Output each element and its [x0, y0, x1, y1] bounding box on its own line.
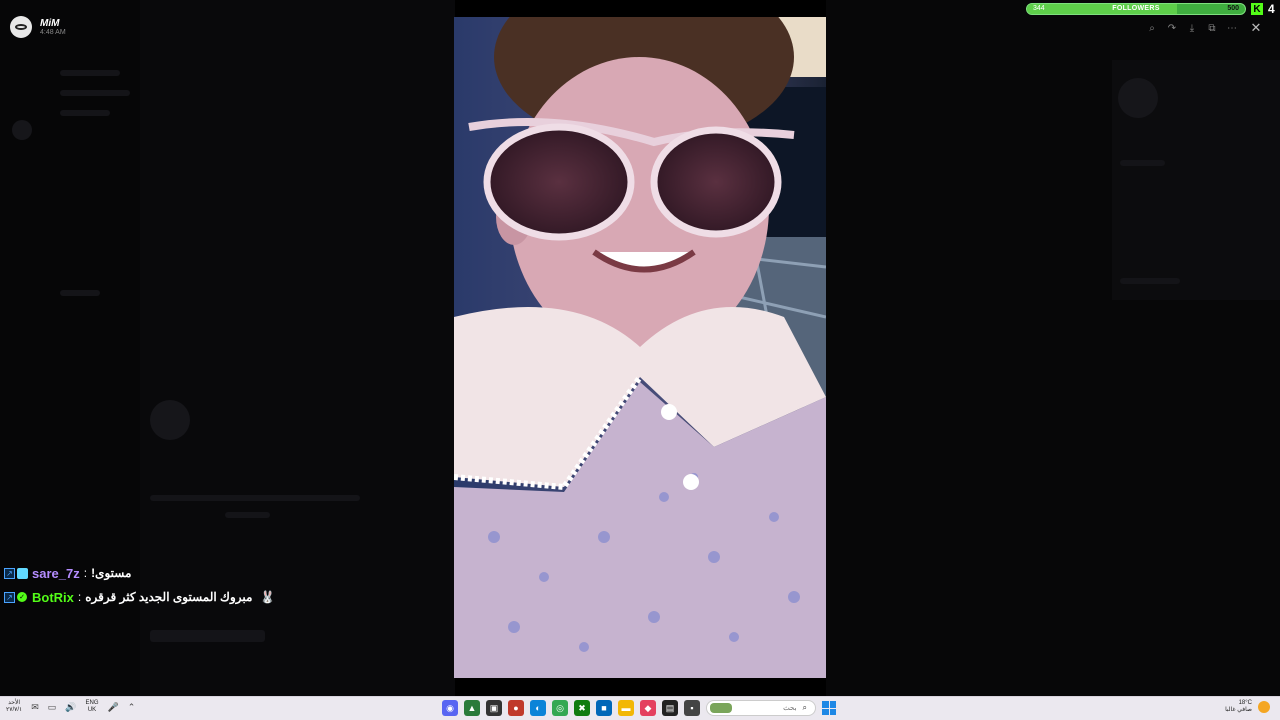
- bunny-emote-icon: 🐰: [260, 590, 276, 604]
- search-placeholder: بحث: [783, 705, 797, 712]
- dimmed-line: [150, 630, 265, 642]
- dimmed-avatar: [12, 120, 32, 140]
- dimmed-line: [225, 512, 270, 518]
- chat-username: sare_7z: [32, 565, 80, 581]
- chat-overlay: ↗ sare_7z : مستوى! ↗ ✓ BotRix : مبروك ال…: [4, 563, 275, 611]
- app-icon[interactable]: ▣: [486, 700, 502, 716]
- chat-text: مبروك المستوى الجديد كثر قرقره: [85, 590, 253, 604]
- followers-goal-bar: 344 FOLLOWERS 500: [1026, 3, 1246, 15]
- dimmed-line: [60, 110, 110, 116]
- discord-app-icon[interactable]: ◉: [442, 700, 458, 716]
- date-line-2: ٢٧/٧/١: [6, 707, 23, 713]
- weather-widget[interactable]: 18°C صافي غالبا: [1225, 700, 1270, 714]
- viewer-username: MiM: [40, 18, 60, 29]
- weather-sun-icon: [1258, 701, 1270, 713]
- eye-icon: [15, 24, 27, 30]
- chat-message: ↗ ✓ BotRix : مبروك المستوى الجديد كثر قر…: [4, 587, 275, 607]
- image-toolbar: ⌕ ↷ ⤓ ⧉ ⋯: [1144, 20, 1240, 36]
- chat-separator: :: [77, 590, 82, 604]
- app-icon[interactable]: ◆: [640, 700, 656, 716]
- followers-label: FOLLOWERS: [1112, 5, 1160, 12]
- xbox-app-icon[interactable]: ✖: [574, 700, 590, 716]
- search-highlight-image: [710, 703, 732, 713]
- windows-taskbar: الأحد ٢٧/٧/١ ✉ ▭ 🔊 ENG UK 🎤 ⌃ ◉ ▲ ▣ ● ◐ …: [0, 696, 1280, 720]
- child-photo-illustration: [454, 17, 826, 678]
- chrome-app-icon[interactable]: ◎: [552, 700, 568, 716]
- app-icon[interactable]: ▲: [464, 700, 480, 716]
- battery-icon[interactable]: ▭: [48, 702, 57, 713]
- avatar[interactable]: [10, 16, 32, 38]
- app-icon[interactable]: ●: [508, 700, 524, 716]
- volume-icon[interactable]: 🔊: [65, 702, 76, 713]
- search-input[interactable]: بحث ⌕: [706, 700, 816, 716]
- followers-goal: 500: [1227, 5, 1239, 12]
- clock[interactable]: الأحد ٢٧/٧/١: [6, 700, 22, 714]
- kick-badge-icon: ↗: [4, 567, 15, 579]
- chat-separator: :: [83, 566, 88, 580]
- close-icon[interactable]: ✕: [1248, 20, 1264, 36]
- weather-desc: صافي غالبا: [1225, 707, 1252, 713]
- dimmed-line: [60, 90, 130, 96]
- date-line-1: الأحد: [8, 700, 21, 706]
- app-icon[interactable]: ▪: [684, 700, 700, 716]
- lang-line-1: ENG: [85, 700, 99, 706]
- chevron-up-icon[interactable]: ⌃: [128, 702, 136, 713]
- download-icon[interactable]: ⤓: [1184, 20, 1200, 36]
- dimmed-line: [1120, 160, 1165, 166]
- notification-icon[interactable]: ✉: [31, 702, 39, 713]
- more-icon[interactable]: ⋯: [1224, 20, 1240, 36]
- sub-badge-icon: [17, 567, 28, 579]
- dimmed-line: [60, 290, 100, 296]
- system-tray: الأحد ٢٧/٧/١ ✉ ▭ 🔊 ENG UK 🎤 ⌃: [6, 700, 135, 714]
- search-icon: ⌕: [802, 703, 807, 712]
- file-explorer-icon[interactable]: ▬: [618, 700, 634, 716]
- dimmed-avatar: [1118, 78, 1158, 118]
- dimmed-avatar: [150, 400, 190, 440]
- taskbar-apps: ◉ ▲ ▣ ● ◐ ◎ ✖ ■ ▬ ◆ ▤ ▪ بحث ⌕: [442, 700, 836, 716]
- store-app-icon[interactable]: ■: [596, 700, 612, 716]
- zoom-icon[interactable]: ⌕: [1144, 20, 1160, 36]
- open-external-icon[interactable]: ⧉: [1204, 20, 1220, 36]
- chat-username: BotRix: [32, 589, 74, 605]
- edge-app-icon[interactable]: ◐: [530, 700, 546, 716]
- chat-message: ↗ sare_7z : مستوى!: [4, 563, 275, 583]
- weather-temp: 18°C: [1238, 700, 1252, 706]
- app-icon[interactable]: ▤: [662, 700, 678, 716]
- chat-text: مستوى!: [91, 566, 132, 580]
- kick-logo-icon: K: [1251, 3, 1263, 15]
- share-icon[interactable]: ↷: [1164, 20, 1180, 36]
- verified-check-icon: ✓: [17, 592, 27, 602]
- dimmed-line: [150, 495, 360, 501]
- dimmed-line: [1120, 278, 1180, 284]
- start-button[interactable]: [822, 701, 836, 715]
- viewer-user[interactable]: MiM 4:48 AM: [10, 16, 66, 38]
- microphone-icon[interactable]: 🎤: [108, 702, 119, 713]
- kick-count: 4: [1268, 2, 1275, 16]
- lang-line-2: UK: [87, 707, 97, 713]
- viewer-timestamp: 4:48 AM: [40, 29, 66, 36]
- language-indicator[interactable]: ENG UK: [86, 700, 99, 714]
- image-preview[interactable]: [454, 17, 826, 678]
- dimmed-line: [60, 70, 120, 76]
- kick-badge-icon: ↗: [4, 591, 15, 603]
